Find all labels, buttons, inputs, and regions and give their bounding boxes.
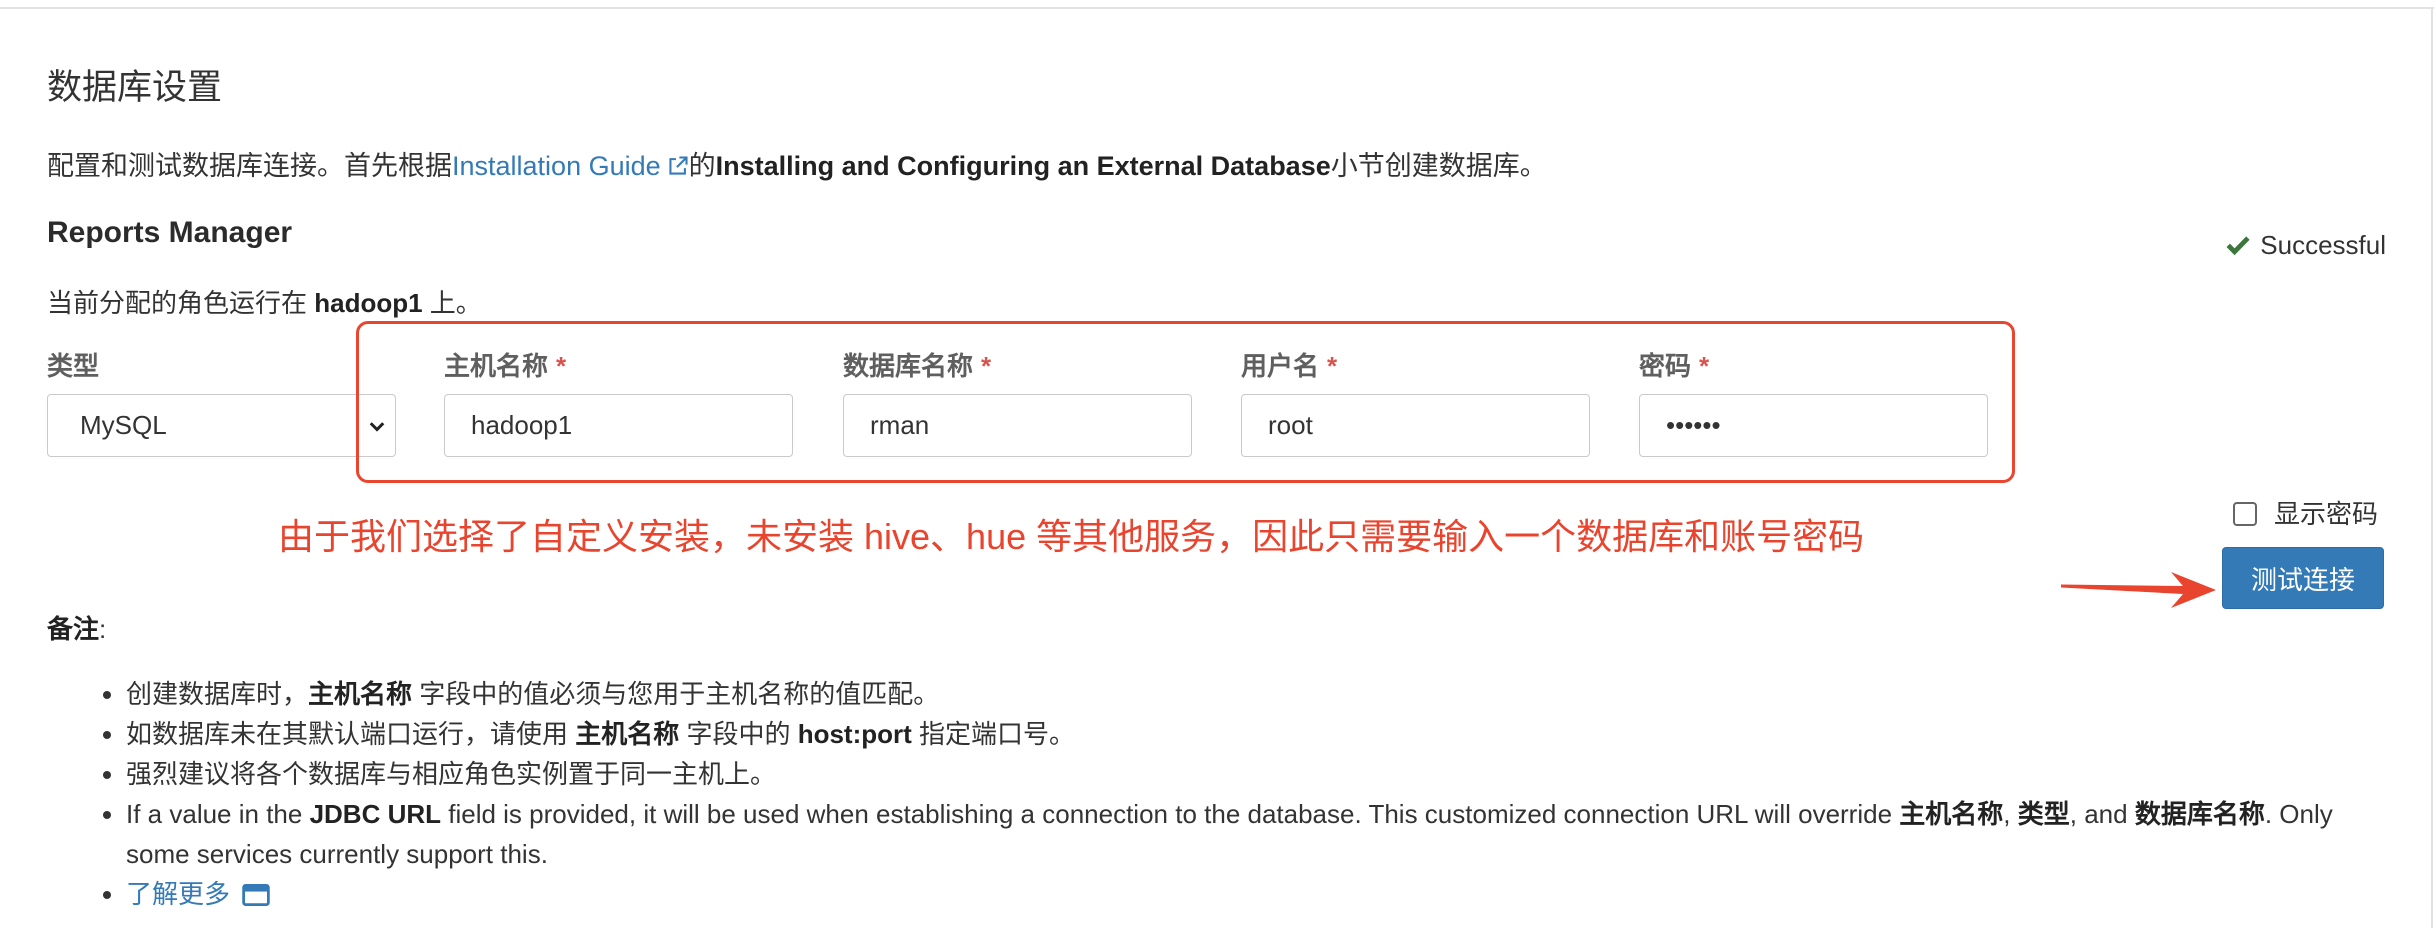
list-item: 如数据库未在其默认端口运行，请使用 主机名称 字段中的 host:port 指定… [126, 714, 2388, 754]
intro-suffix: 小节创建数据库。 [1330, 151, 1547, 181]
new-window-icon [242, 884, 270, 906]
list-item: 创建数据库时，主机名称 字段中的值必须与您用于主机名称的值匹配。 [126, 674, 2388, 714]
role-host-line: 当前分配的角色运行在 hadoop1 上。 [47, 284, 482, 322]
panel-right-border [2431, 7, 2433, 928]
learn-more-link[interactable]: 了解更多 [126, 879, 270, 909]
role-host-prefix: 当前分配的角色运行在 [47, 288, 315, 318]
type-label: 类型 [47, 347, 99, 385]
note-emphasis: 数据库名称 [2134, 799, 2265, 829]
annotation-text: 由于我们选择了自定义安装，未安装 hive、hue 等其他服务，因此只需要输入一… [278, 516, 1865, 557]
notes-heading-text: 备注 [47, 614, 100, 644]
database-type-value: MySQL [80, 410, 167, 440]
show-password-checkbox[interactable] [2233, 502, 2257, 526]
note-text: 如数据库未在其默认端口运行，请使用 [126, 719, 576, 749]
panel-top-border [0, 7, 2434, 9]
type-label-text: 类型 [47, 351, 100, 381]
note-emphasis: 类型 [2017, 799, 2070, 829]
note-text: , [2003, 799, 2018, 829]
installation-guide-link-label: Installation Guide [452, 151, 661, 181]
note-text: , and [2069, 799, 2135, 829]
intro-middle: 的 [688, 151, 716, 181]
note-text: If a value in the [126, 799, 310, 829]
note-emphasis: 主机名称 [308, 679, 413, 709]
database-type-select[interactable]: MySQL [47, 394, 396, 457]
external-link-icon [669, 156, 688, 175]
annotation-highlight-box [356, 321, 2015, 483]
note-text: field is provided, it will be used when … [441, 799, 1900, 829]
list-item: 强烈建议将各个数据库与相应角色实例置于同一主机上。 [126, 754, 2388, 794]
role-host-name: hadoop1 [314, 288, 423, 318]
notes-list: 创建数据库时，主机名称 字段中的值必须与您用于主机名称的值匹配。 如数据库未在其… [126, 674, 2388, 914]
show-password-label[interactable]: 显示密码 [2274, 495, 2378, 533]
note-emphasis: 主机名称 [575, 719, 680, 749]
reports-manager-heading: Reports Manager [47, 216, 293, 249]
note-text: 创建数据库时， [126, 679, 309, 709]
page-title: 数据库设置 [47, 68, 223, 107]
intro-prefix: 配置和测试数据库连接。首先根据 [47, 151, 452, 181]
intro-section-name: Installing and Configuring an External D… [715, 151, 1331, 181]
notes-heading-colon: : [99, 614, 107, 644]
note-text: 字段中的 [679, 719, 798, 749]
note-emphasis: 主机名称 [1899, 799, 2004, 829]
intro-text: 配置和测试数据库连接。首先根据Installation Guide 的Instal… [47, 146, 1547, 186]
list-item: 了解更多 [126, 874, 2388, 914]
note-text: 字段中的值必须与您用于主机名称的值匹配。 [412, 679, 940, 709]
notes-heading: 备注: [47, 609, 106, 649]
installation-guide-link[interactable]: Installation Guide [452, 151, 689, 181]
status-text: Successful [2260, 230, 2386, 260]
note-emphasis: JDBC URL [309, 799, 442, 829]
test-connection-button[interactable]: 测试连接 [2222, 547, 2384, 609]
list-item: If a value in the JDBC URL field is prov… [126, 794, 2388, 874]
learn-more-label: 了解更多 [126, 879, 231, 909]
note-text: 强烈建议将各个数据库与相应角色实例置于同一主机上。 [126, 759, 777, 789]
check-icon [2226, 236, 2250, 256]
note-text: 指定端口号。 [911, 719, 1076, 749]
annotation-arrow [2061, 572, 2216, 608]
note-emphasis: host:port [797, 719, 912, 749]
connection-status: Successful [2226, 226, 2386, 264]
role-host-suffix: 上。 [422, 288, 482, 318]
